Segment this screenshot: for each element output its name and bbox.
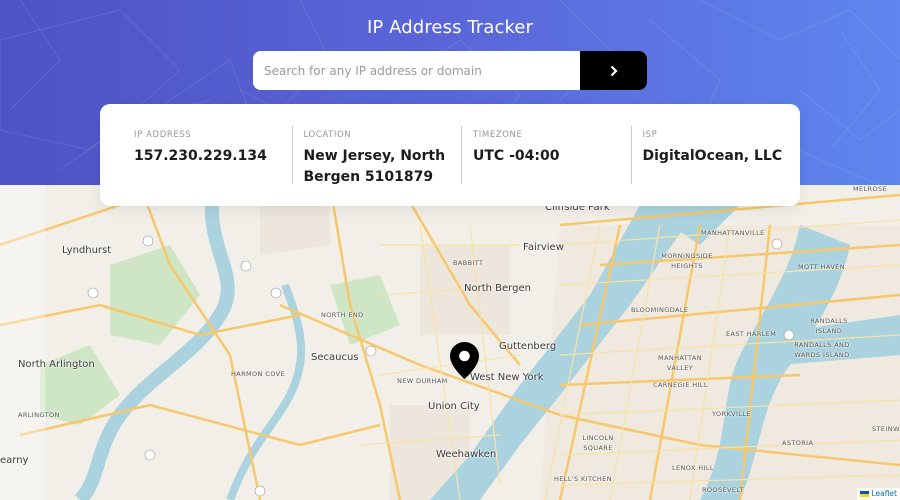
map-label-new-durham: NEW DURHAM (397, 377, 448, 385)
location-section: Location New Jersey, North Bergen 510187… (291, 126, 462, 206)
map-label-fairview: Fairview (523, 242, 564, 253)
chevron-right-icon (610, 65, 618, 76)
map-label-randalls-island: RANDALLS ISLAND (810, 317, 848, 335)
ip-info-card: IP Address 157.230.229.134 Location New … (100, 104, 800, 206)
map-label-lyndhurst: Lyndhurst (62, 245, 112, 256)
ip-address-value: 157.230.229.134 (134, 148, 267, 164)
leaflet-link[interactable]: Leaflet (871, 489, 897, 498)
search-input[interactable] (253, 51, 580, 90)
isp-label: ISP (642, 130, 658, 140)
timezone-label: Timezone (473, 130, 523, 140)
ip-address-label: IP Address (134, 130, 192, 140)
map-label-lincoln-square: LINCOLN SQUARE (582, 434, 614, 452)
map-label-wards-island: RANDALLS AND WARDS ISLAND (794, 341, 850, 359)
timezone-value: UTC -04:00 (473, 148, 560, 164)
map-label-carnegie-hill: CARNEGIE HILL (653, 381, 708, 389)
map-label-bloomingdale: BLOOMINGDALE (631, 306, 689, 314)
map-label-lenox-hill: LENOX HILL (672, 464, 714, 472)
timezone-section: Timezone UTC -04:00 (461, 126, 631, 206)
map-pin-icon[interactable] (450, 342, 479, 379)
map-label-steinway: STEINWA (872, 425, 900, 433)
map-label-west-new-york: West New York (470, 372, 544, 383)
map-label-roosevelt: ROOSEVELT (702, 486, 744, 494)
map-label-north-end: NORTH END (321, 311, 364, 319)
isp-section: ISP DigitalOcean, LLC (630, 126, 801, 206)
isp-value: DigitalOcean, LLC (642, 148, 783, 164)
map-label-weehawken: Weehawken (436, 449, 497, 460)
map-label-mott-haven: MOTT HAVEN (798, 263, 845, 271)
location-value: New Jersey, North Bergen 5101879 (303, 148, 446, 185)
location-label: Location (303, 130, 352, 140)
ip-address-section: IP Address 157.230.229.134 (100, 126, 292, 206)
map-label-north-arlington: North Arlington (18, 359, 95, 370)
map-label-north-bergen: North Bergen (464, 283, 531, 294)
map-label-union-city: Union City (428, 401, 480, 412)
map-label-east-harlem: EAST HARLEM (726, 330, 777, 338)
map-label-morningside-heights: MORNINGSIDE HEIGHTS (661, 252, 713, 270)
map-label-hells-kitchen: HELL'S KITCHEN (554, 475, 612, 483)
map-label-manhattanville: MANHATTANVILLE (701, 229, 765, 237)
map-label-manhattan-valley: MANHATTAN VALLEY (658, 354, 702, 372)
map-label-astoria: ASTORIA (782, 439, 814, 447)
map-label-babbitt: BABBITT (453, 259, 484, 267)
map-label-harmon-cove: HARMON COVE (231, 370, 285, 378)
ukraine-flag-icon (860, 491, 870, 497)
app-title: IP Address Tracker (366, 17, 534, 38)
search-bar (253, 51, 647, 90)
search-button[interactable] (580, 51, 647, 90)
map-label-guttenberg: Guttenberg (499, 341, 557, 352)
map-label-kearny: earny (0, 455, 29, 466)
map-attribution[interactable]: Leaflet (857, 488, 900, 500)
map-label-secaucus: Secaucus (311, 352, 359, 363)
map-label-melrose: MELROSE (853, 185, 888, 193)
map-label-arlington: ARLINGTON (18, 411, 60, 419)
map-label-yorkville: YORKVILLE (712, 410, 751, 418)
